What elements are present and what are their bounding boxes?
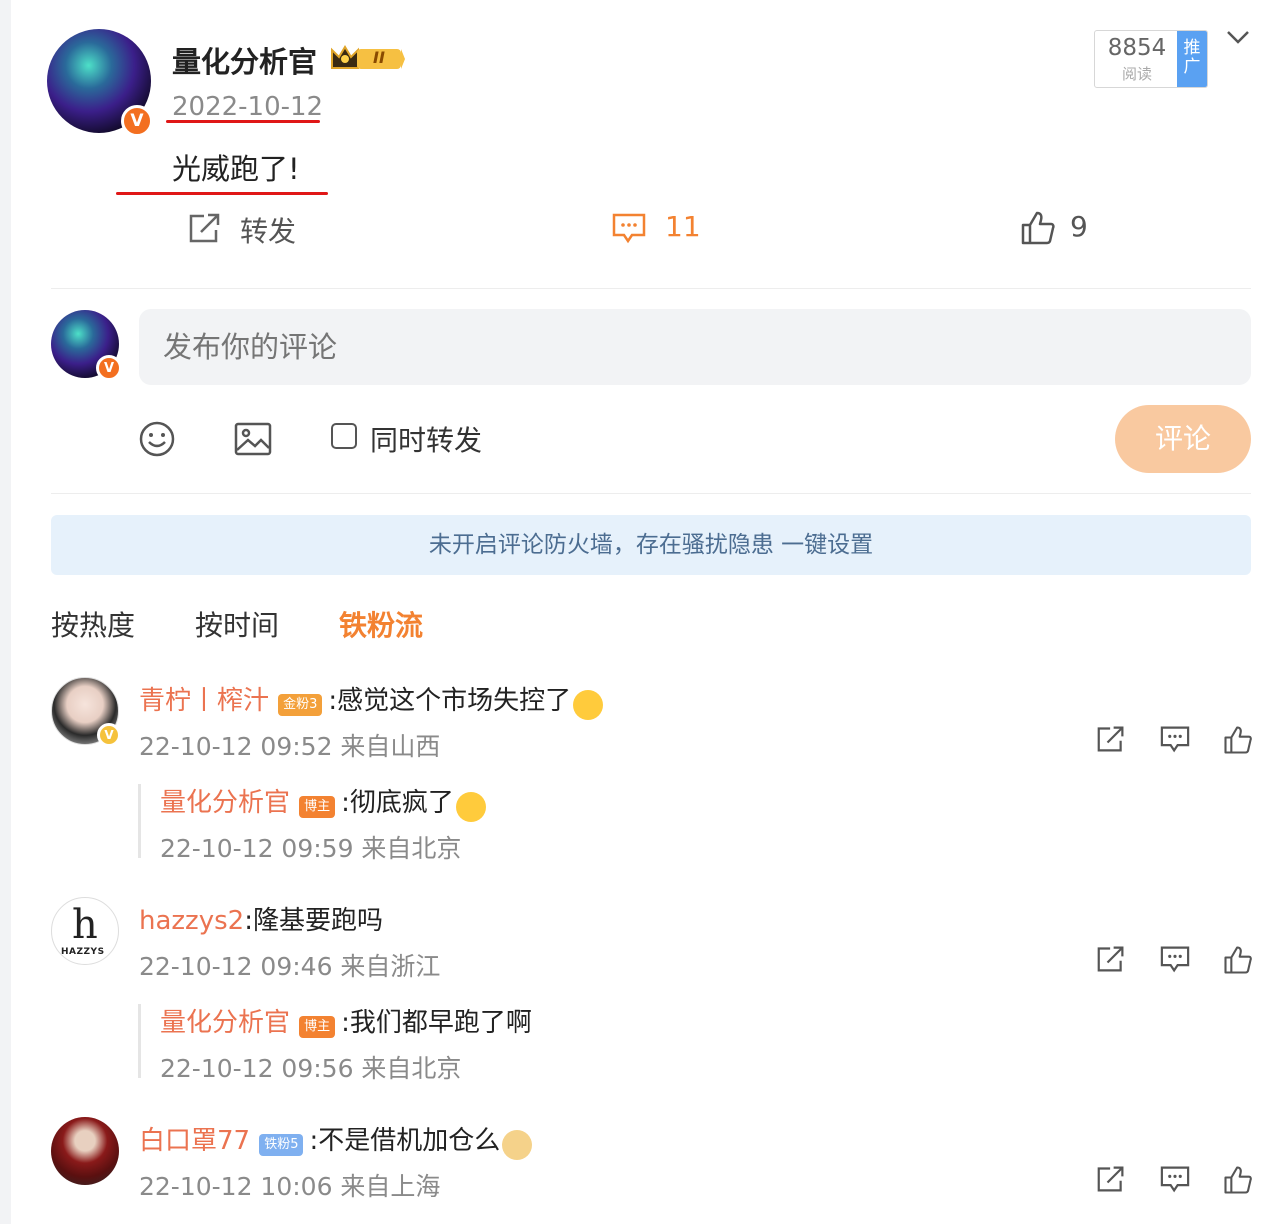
author-name[interactable]: 量化分析官 (172, 39, 317, 81)
reply-text: :我们都早跑了啊 (341, 1008, 532, 1038)
sad-emoji-icon (573, 689, 604, 720)
post-content: 光威跑了! (172, 152, 300, 186)
level-badge-text: II (373, 48, 385, 67)
doge-emoji-icon (502, 1129, 533, 1160)
crown-icon (331, 45, 405, 69)
read-count-box[interactable]: 8854 阅读 推广 (1094, 30, 1208, 88)
blogger-badge: 博主 (299, 795, 336, 818)
comment-button[interactable]: 11 (612, 206, 712, 250)
tab-iron-fans[interactable]: 铁粉流 (339, 604, 423, 644)
thumbs-up-icon (1021, 211, 1055, 245)
verified-v-icon: V (97, 723, 121, 747)
list-item: 白口罩77 铁粉5:不是借机加仓么 (139, 1120, 533, 1160)
verified-v-icon: V (121, 105, 153, 137)
comment-username[interactable]: 白口罩77 (139, 1126, 250, 1156)
verified-v-icon: V (96, 355, 122, 381)
avatar-logo-text: HAZZYS (61, 947, 105, 957)
reply-text: :彻底疯了 (341, 788, 454, 818)
chevron-down-icon[interactable] (1226, 28, 1250, 46)
reply-bar (138, 1004, 141, 1078)
annotation-underline-content (116, 192, 328, 195)
fan-badge: 金粉3 (278, 693, 323, 716)
promote-button[interactable]: 推广 (1177, 31, 1207, 87)
comment-time: 22-10-12 09:52 来自山西 (139, 732, 441, 761)
thumbs-up-icon[interactable] (1223, 725, 1253, 759)
list-item: hazzys2:隆基要跑吗 (139, 900, 383, 937)
crown-level-badge: II (330, 44, 406, 74)
divider-top (51, 288, 1251, 289)
reply-time: 22-10-12 09:59 来自北京 (160, 834, 462, 863)
comment-text: :感觉这个市场失控了 (328, 686, 572, 716)
submit-comment-button[interactable]: 评论 (1115, 405, 1251, 473)
share-icon[interactable] (1096, 945, 1126, 977)
reply-item: 量化分析官 博主:彻底疯了 (160, 782, 486, 822)
thumbs-up-icon[interactable] (1223, 1165, 1253, 1199)
divider-composer (51, 493, 1251, 494)
tab-time[interactable]: 按时间 (195, 604, 279, 644)
emoji-icon[interactable] (139, 421, 175, 457)
share-icon (189, 213, 220, 243)
firewall-notice[interactable]: 未开启评论防火墙，存在骚扰隐患 一键设置 (51, 515, 1251, 575)
like-count: 9 (1070, 210, 1088, 243)
blogger-badge: 博主 (299, 1015, 336, 1038)
comment-username[interactable]: hazzys2 (139, 906, 244, 936)
image-icon[interactable] (234, 421, 272, 457)
share-icon[interactable] (1096, 725, 1126, 757)
repost-option-label[interactable]: 同时转发 (370, 419, 482, 459)
comment-icon (612, 213, 646, 244)
repost-checkbox[interactable] (331, 423, 357, 449)
comment-icon[interactable] (1160, 945, 1190, 977)
left-edge (0, 0, 11, 1224)
read-label: 阅读 (1121, 65, 1152, 83)
like-button[interactable]: 9 (1020, 206, 1100, 250)
comment-username[interactable]: 青柠丨榨汁 (139, 686, 269, 716)
annotation-underline-date (166, 120, 320, 123)
post-date[interactable]: 2022-10-12 (172, 92, 323, 122)
comment-input[interactable] (139, 309, 1251, 385)
list-item: 青柠丨榨汁 金粉3:感觉这个市场失控了 (139, 680, 604, 720)
share-icon[interactable] (1096, 1165, 1126, 1197)
reply-bar (138, 784, 141, 858)
reply-item: 量化分析官 博主:我们都早跑了啊 (160, 1002, 532, 1039)
avatar-logo-letter: h (72, 902, 98, 948)
comment-icon[interactable] (1160, 725, 1190, 757)
comment-time: 22-10-12 09:46 来自浙江 (139, 952, 441, 981)
comment-time: 22-10-12 10:06 来自上海 (139, 1172, 441, 1201)
repost-label: 转发 (240, 215, 297, 248)
comment-text: :隆基要跑吗 (244, 906, 383, 936)
reply-username[interactable]: 量化分析官 (160, 788, 290, 818)
thumbs-up-icon[interactable] (1223, 945, 1253, 979)
repost-button[interactable]: 转发 (186, 206, 306, 250)
crazy-emoji-icon (455, 791, 486, 822)
comment-text: :不是借机加仓么 (309, 1126, 501, 1156)
comment-avatar[interactable]: h HAZZYS (51, 897, 119, 965)
comment-icon[interactable] (1160, 1165, 1190, 1197)
reply-username[interactable]: 量化分析官 (160, 1008, 290, 1038)
fan-badge: 铁粉5 (259, 1133, 304, 1156)
read-count: 8854 (1107, 35, 1167, 61)
comment-count: 11 (665, 210, 701, 243)
comment-avatar[interactable] (51, 1117, 119, 1185)
tab-hot[interactable]: 按热度 (51, 604, 135, 644)
reply-time: 22-10-12 09:56 来自北京 (160, 1054, 462, 1083)
